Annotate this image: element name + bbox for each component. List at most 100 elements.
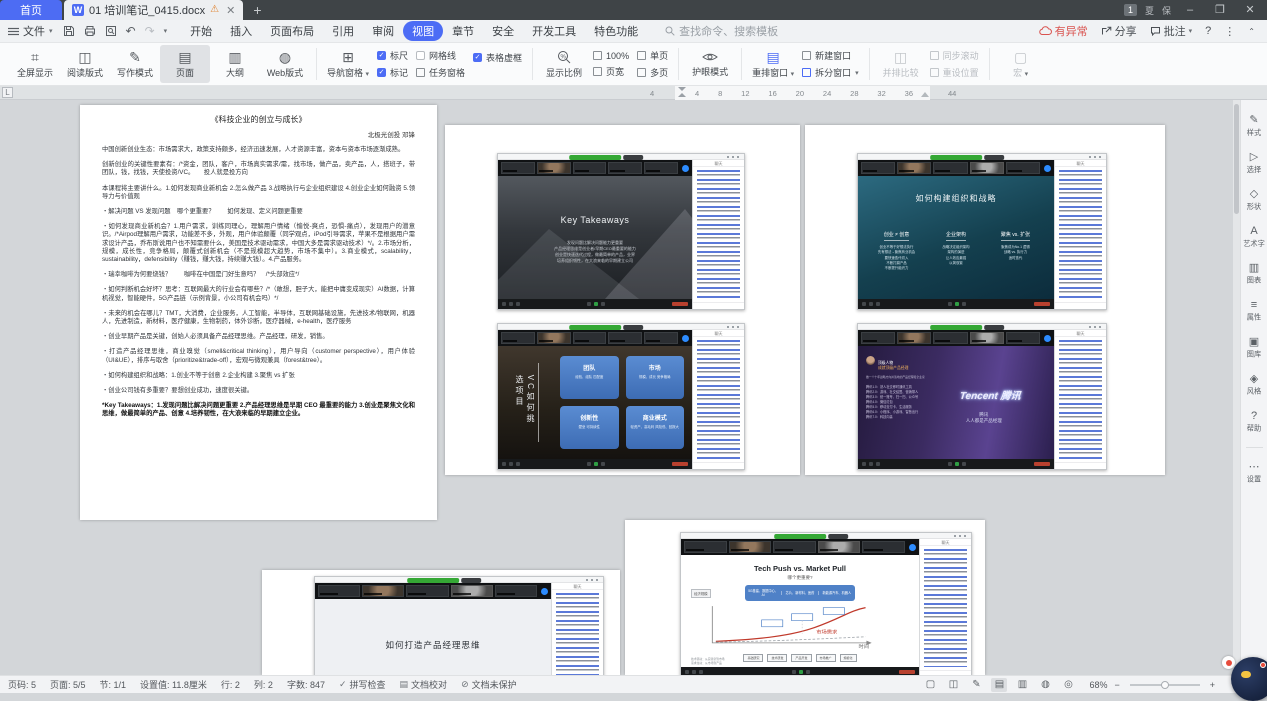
tab-close-icon[interactable]: ✕ [226, 4, 235, 17]
tab-stop-selector[interactable]: L [2, 87, 13, 98]
rail-item-styles[interactable]: ✎样式 [1246, 114, 1262, 138]
scrollbar-thumb[interactable] [1234, 104, 1239, 214]
reading-layout-button[interactable]: ◫阅读版式 [60, 45, 110, 83]
rail-item-style[interactable]: ◈风格 [1246, 373, 1262, 397]
rail-item-properties[interactable]: ≡属性 [1246, 299, 1262, 323]
rail-item-wordart[interactable]: A艺术字 [1242, 225, 1266, 249]
multi-page-button[interactable]: 多页 [637, 66, 668, 79]
help-button[interactable]: ? [1205, 25, 1211, 37]
hanging-indent-marker[interactable] [678, 93, 686, 97]
more-menu-button[interactable]: ⋮ [1224, 25, 1235, 38]
status-fullscreen-icon[interactable]: ▢ [922, 678, 938, 692]
fullscreen-button[interactable]: ⌗全屏显示 [10, 45, 60, 83]
rail-item-select[interactable]: ▷选择 [1246, 151, 1262, 175]
status-stat[interactable]: 页码: 5 [8, 678, 36, 691]
menu-item-features[interactable]: 特色功能 [585, 21, 647, 41]
proofread-button[interactable]: ▤文档校对 [400, 678, 448, 691]
zoom-slider[interactable] [1130, 684, 1200, 686]
right-indent-marker[interactable] [921, 92, 929, 97]
rail-item-help[interactable]: ?帮助 [1246, 410, 1262, 434]
cloud-sync-button[interactable]: 有异常 [1039, 23, 1088, 39]
gridlines-checkbox[interactable]: 网格线 [416, 49, 465, 62]
menu-item-start[interactable]: 开始 [181, 21, 221, 41]
window-restore-button[interactable]: ❐ [1209, 0, 1231, 20]
document-page-5[interactable]: Tech Push vs. Market Pull 哪个更重要? 经济规模 5G… [625, 520, 985, 675]
new-window-button[interactable]: 新建窗口 [802, 49, 859, 62]
status-outline-mode-icon[interactable]: ▥ [1014, 678, 1030, 692]
assistant-float-button[interactable] [1231, 657, 1267, 701]
horizontal-ruler[interactable]: L 4 4812162024283236 44 [0, 86, 1267, 100]
nav-pane-button[interactable]: ⊞导航窗格 ▾ [323, 45, 373, 83]
first-line-indent-marker[interactable] [678, 87, 686, 91]
home-tab[interactable]: 首页 [0, 0, 62, 20]
window-close-button[interactable]: ✕ [1239, 0, 1261, 20]
zoom-ratio-button[interactable]: % 显示比例 [539, 45, 589, 83]
menu-item-view-active[interactable]: 视图 [403, 21, 443, 41]
page-width-button[interactable]: 页宽 [593, 65, 629, 78]
rearrange-window-button[interactable]: ▤重排窗口 ▾ [748, 45, 798, 83]
web-layout-button[interactable]: ◍Web版式 [260, 45, 310, 83]
status-eye-mode-icon[interactable]: ◎ [1060, 678, 1076, 692]
rail-item-chart[interactable]: ▥图表 [1246, 262, 1262, 286]
menu-item-insert[interactable]: 插入 [221, 21, 261, 41]
split-window-button[interactable]: 拆分窗口 ▾ [802, 66, 859, 79]
status-stat[interactable]: 字数: 847 [287, 678, 325, 691]
menu-item-section[interactable]: 章节 [443, 21, 483, 41]
outline-view-button[interactable]: ▥大纲 [210, 45, 260, 83]
status-write-mode-icon[interactable]: ✎ [968, 678, 984, 692]
status-stat[interactable]: 设置值: 11.8厘米 [140, 678, 207, 691]
page-view-button[interactable]: ▤页面 [160, 45, 210, 83]
collapse-ribbon-button[interactable]: ⌃ [1248, 27, 1255, 36]
save-icon[interactable] [63, 25, 75, 37]
vertical-scrollbar[interactable] [1233, 100, 1240, 675]
document-tab[interactable]: W 01 培训笔记_0415.docx ⚠ ✕ [64, 0, 243, 20]
menu-item-dev-tools[interactable]: 开发工具 [523, 21, 585, 41]
status-stat[interactable]: 页面: 5/5 [50, 678, 86, 691]
status-stat[interactable]: 行: 2 [221, 678, 240, 691]
print-preview-icon[interactable] [105, 25, 117, 37]
spellcheck-button[interactable]: ✓拼写检查 [339, 678, 386, 691]
print-icon[interactable] [84, 25, 96, 37]
task-pane-button[interactable]: 任务窗格 [416, 66, 465, 79]
document-page-1[interactable]: 《科技企业的创立与成长》 北极光创投 邓锋 中国创新创业生态：市场需求大，政策支… [80, 105, 437, 520]
writing-mode-button[interactable]: ✎写作模式 [110, 45, 160, 83]
menu-item-security[interactable]: 安全 [483, 21, 523, 41]
share-button[interactable]: 分享 [1101, 23, 1137, 39]
status-read-mode-icon[interactable]: ◫ [945, 678, 961, 692]
document-page-2[interactable]: Key Takeaways 发现问题比解决问题能力更重要产品经理思维是创业者/早… [445, 125, 800, 475]
protect-button[interactable]: ⊘文档未保护 [461, 678, 517, 691]
zoom-100-button[interactable]: 100% [593, 51, 629, 61]
table-frame-checkbox[interactable]: ✓表格虚框 [473, 51, 522, 64]
zoom-percent-label[interactable]: 68% [1089, 680, 1107, 690]
single-page-button[interactable]: 单页 [637, 49, 668, 62]
collaborator-label[interactable]: 夏 [1145, 4, 1154, 17]
file-menu[interactable]: 文件 ▾ [0, 23, 63, 39]
comment-button[interactable]: 批注 ▾ [1150, 23, 1193, 39]
window-minimize-button[interactable]: – [1179, 0, 1201, 20]
zoom-in-button[interactable]: + [1210, 680, 1215, 690]
collaborator-label[interactable]: 保 [1162, 4, 1171, 17]
zoom-slider-knob[interactable] [1161, 681, 1169, 689]
status-web-mode-icon[interactable]: ◍ [1037, 678, 1053, 692]
ruler-checkbox[interactable]: ✓标尺 [377, 49, 408, 62]
rail-item-shapes[interactable]: ◇形状 [1246, 188, 1262, 212]
status-stat[interactable]: 列: 2 [254, 678, 273, 691]
zoom-out-button[interactable]: − [1114, 680, 1119, 690]
redo-icon[interactable]: ↷ [145, 24, 155, 38]
command-search-input[interactable]: 查找命令、搜索模板 [665, 23, 778, 39]
markup-checkbox[interactable]: ✓标记 [377, 66, 408, 79]
menu-item-references[interactable]: 引用 [323, 21, 363, 41]
rail-item-gallery[interactable]: ▣图库 [1246, 336, 1262, 360]
menu-item-review[interactable]: 审阅 [363, 21, 403, 41]
eye-protect-button[interactable]: 护眼模式 [685, 45, 735, 83]
menu-item-page-layout[interactable]: 页面布局 [261, 21, 323, 41]
document-page-3[interactable]: 如何构建组织和战略 创业 ≠ 创意 创业不等于好想法执行先有想法→聚焦商业机会要… [805, 125, 1165, 475]
rail-item-settings[interactable]: ⋯设置 [1246, 461, 1262, 485]
new-tab-button[interactable]: + [253, 0, 261, 20]
status-page-mode-icon[interactable]: ▤ [991, 678, 1007, 692]
quickbar-more-icon[interactable]: ▾ [164, 27, 168, 35]
undo-icon[interactable]: ↶ [126, 24, 136, 38]
document-page-4[interactable]: 如何打造产品经理思维 商业嗅觉用户导向用户体验排序与取舍宏观与微观 聊天 [262, 570, 620, 675]
document-canvas[interactable]: 《科技企业的创立与成长》 北极光创投 邓锋 中国创新创业生态：市场需求大，政策支… [0, 100, 1240, 675]
notification-badge[interactable]: 1 [1124, 4, 1137, 16]
